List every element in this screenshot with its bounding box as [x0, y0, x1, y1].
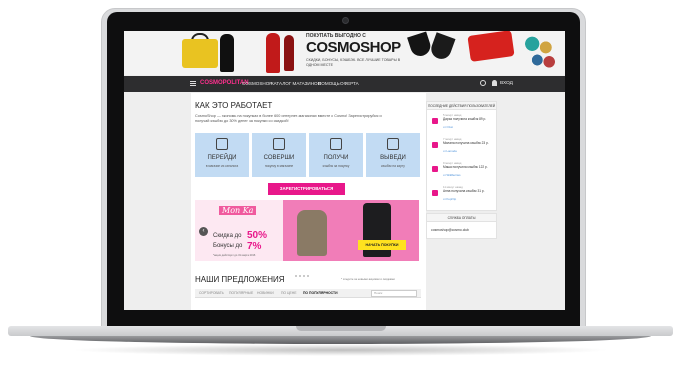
red-heel-image-2	[284, 35, 294, 71]
step-title: ПОЛУЧИ	[323, 155, 349, 161]
step-subtitle: покупку в магазине	[264, 164, 294, 168]
step-withdraw[interactable]: ВЫВЕДИ кэшбэк на карту	[366, 133, 420, 177]
hamburger-menu-icon[interactable]	[190, 81, 196, 86]
activity-item[interactable]: 9 минут назад Маша получила кэшбэк 122 р…	[427, 160, 496, 178]
activity-store-link[interactable]: от Wildberries	[443, 173, 461, 177]
nav-item-cosmoshop[interactable]: COSMOSHOP	[242, 81, 272, 86]
yellow-handbag-image	[182, 39, 218, 68]
promo-value-2: 7%	[247, 241, 262, 252]
banner-logo: COSMOSHOP	[306, 39, 401, 56]
user-icon[interactable]	[492, 80, 497, 86]
how-title: КАК ЭТО РАБОТАЕТ	[195, 101, 273, 110]
slider-dot[interactable]	[299, 275, 301, 277]
step-subtitle: кэшбэк на карту	[381, 164, 405, 168]
activity-text: Анна получила кэшбэк 31 р.	[443, 189, 485, 193]
cashback-icon	[432, 190, 438, 196]
activity-text: Дарья получила кэшбэк 89 р.	[443, 117, 487, 121]
store-icon	[216, 138, 228, 150]
red-clutch-image	[467, 31, 515, 62]
laptop-mockup: ПОКУПАТЬ ВЫГОДНО С COSMOSHOP СКИДКИ, БОН…	[0, 0, 681, 365]
red-heel-image	[266, 33, 280, 73]
screen: ПОКУПАТЬ ВЫГОДНО С COSMOSHOP СКИДКИ, БОН…	[124, 31, 565, 310]
activity-store-link[interactable]: от Lamoda	[443, 149, 457, 153]
support-title: СЛУЖБА ОПЛАТЫ	[427, 214, 496, 222]
promo-brand: Mon Ka	[219, 206, 257, 215]
tab-sort[interactable]: СОРТИРОВАТЬ	[199, 291, 224, 295]
promo-line-1: Скидка до	[213, 233, 242, 239]
step-title: СОВЕРШИ	[263, 155, 295, 161]
activity-item[interactable]: 11 минут назад Анна получила кэшбэк 31 р…	[427, 184, 496, 202]
card-icon	[387, 138, 399, 150]
how-intro: CosmoShop — экономь на покупках в более …	[195, 114, 382, 123]
jewelry-image	[522, 33, 556, 69]
login-link[interactable]: ВХОД	[500, 81, 513, 86]
tab-popular[interactable]: ПОПУЛЯРНЫЕ	[229, 291, 253, 295]
promo-line-2: Бонусы до	[213, 243, 243, 249]
start-shopping-button[interactable]: НАЧАТЬ ПОКУПКИ	[358, 240, 406, 250]
support-email-link[interactable]: cosmoshop@cosmo.club	[431, 228, 469, 232]
coat-image	[297, 210, 327, 256]
slider-dot[interactable]	[307, 275, 309, 277]
step-subtitle: в магазин из каталога	[205, 164, 239, 168]
step-title: ПЕРЕЙДИ	[207, 155, 237, 161]
laptop-foot	[30, 336, 651, 344]
offers-search-input[interactable]: Поиск	[371, 290, 417, 297]
cashback-icon	[432, 166, 438, 172]
tab-popularity[interactable]: ПО ПОПУЛЯРНОСТИ	[303, 291, 338, 295]
laptop-notch	[296, 326, 386, 331]
support-panel: СЛУЖБА ОПЛАТЫ cosmoshop@cosmo.club	[426, 213, 497, 239]
main-content: КАК ЭТО РАБОТАЕТ CosmoShop — экономь на …	[191, 93, 426, 310]
slider-dot[interactable]	[295, 275, 297, 277]
promo-slide[interactable]: Mon Ka ‹ Скидка до 50% Бонусы до 7% *акц…	[195, 200, 419, 261]
top-nav: COSMOPOLITAN COSMOSHOP КАТАЛОГ МАГАЗИНОВ…	[124, 76, 565, 92]
percent-icon	[330, 138, 342, 150]
banner-subtitle: СКИДКИ, БОНУСЫ, КЭШБЭК. ВСЕ ЛУЧШИЕ ТОВАР…	[306, 58, 401, 67]
tab-price[interactable]: ПО ЦЕНЕ	[281, 291, 297, 295]
activity-item[interactable]: 5 минут назад Дарья получила кэшбэк 89 р…	[427, 112, 496, 130]
camera-icon	[342, 17, 349, 24]
register-button[interactable]: ЗАРЕГИСТРИРОВАТЬСЯ	[268, 183, 345, 195]
promo-banner[interactable]: ПОКУПАТЬ ВЫГОДНО С COSMOSHOP СКИДКИ, БОН…	[124, 31, 565, 75]
nav-item-catalog[interactable]: КАТАЛОГ МАГАЗИНОВ	[271, 81, 321, 86]
step-go[interactable]: ПЕРЕЙДИ в магазин из каталога	[195, 133, 249, 177]
promo-value-1: 50%	[247, 230, 268, 241]
nav-item-offer[interactable]: ОФЕРТА	[340, 81, 359, 86]
slider-prev-icon[interactable]: ‹	[199, 227, 208, 236]
step-title: ВЫВЕДИ	[380, 155, 406, 161]
laptop-shadow	[70, 344, 611, 356]
recent-activity-title: ПОСЛЕДНИЕ ДЕЙСТВИЯ ПОЛЬЗОВАТЕЛЕЙ	[427, 102, 496, 110]
black-heel-image	[220, 34, 234, 72]
step-get[interactable]: ПОЛУЧИ кэшбэк за покупку	[309, 133, 363, 177]
recent-activity-panel: ПОСЛЕДНИЕ ДЕЙСТВИЯ ПОЛЬЗОВАТЕЛЕЙ 5 минут…	[426, 101, 497, 211]
promo-fine-print: *акция действует до 31 марта 2016	[213, 254, 256, 257]
search-icon[interactable]	[480, 80, 486, 86]
cashback-icon	[432, 142, 438, 148]
activity-text: Маша получила кэшбэк 122 р.	[443, 165, 488, 169]
nav-item-help[interactable]: ПОМОЩЬ	[318, 81, 340, 86]
slider-dot[interactable]	[303, 275, 305, 277]
activity-item[interactable]: 7 минут назад Милана получила кэшбэк 23 …	[427, 136, 496, 154]
offers-note: * следите за новыми акциями и скидками	[341, 277, 395, 281]
activity-text: Милана получила кэшбэк 23 р.	[443, 141, 489, 145]
black-flat-image-2	[428, 32, 456, 62]
cashback-icon	[432, 118, 438, 124]
activity-store-link[interactable]: от Ozon	[443, 125, 453, 129]
step-buy[interactable]: СОВЕРШИ покупку в магазине	[252, 133, 306, 177]
shopping-bag-icon	[273, 138, 285, 150]
offers-title: НАШИ ПРЕДЛОЖЕНИЯ	[195, 275, 285, 284]
tab-new[interactable]: НОВИНКИ	[257, 291, 274, 295]
activity-store-link[interactable]: от KupiVip	[443, 197, 456, 201]
step-subtitle: кэшбэк за покупку	[322, 164, 350, 168]
offers-tabs: СОРТИРОВАТЬ ПОПУЛЯРНЫЕ НОВИНКИ ПО ЦЕНЕ П…	[195, 289, 421, 298]
black-flat-image	[407, 31, 433, 59]
slider-dots[interactable]	[295, 264, 317, 277]
